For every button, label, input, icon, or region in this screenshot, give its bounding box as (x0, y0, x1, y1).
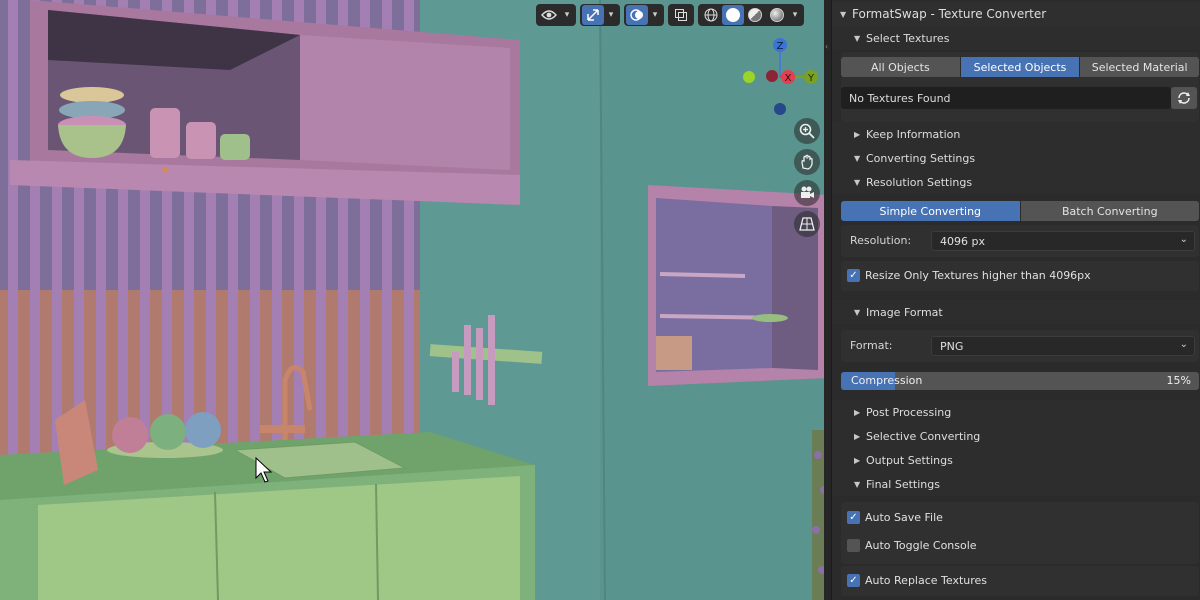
material-shading-icon[interactable] (744, 5, 766, 25)
xray-group (668, 4, 694, 26)
chevron-left-icon[interactable]: ‹ (825, 42, 828, 51)
refresh-button[interactable] (1171, 87, 1197, 109)
chevron-down-icon[interactable]: ▾ (560, 5, 574, 25)
zoom-icon[interactable] (794, 118, 820, 144)
resolution-settings-header[interactable]: ▼ Resolution Settings (832, 170, 1200, 194)
eye-icon[interactable] (538, 5, 560, 25)
checkmark-icon: ✓ (847, 574, 860, 587)
expanded-triangle-icon: ▼ (840, 9, 847, 19)
compression-value: 15% (1166, 374, 1191, 387)
resolution-label: Resolution: (850, 234, 912, 247)
converting-settings-header[interactable]: ▼ Converting Settings (832, 146, 1200, 170)
select-textures-header[interactable]: ▼ Select Textures (832, 26, 1200, 50)
tab-simple-converting[interactable]: Simple Converting (841, 201, 1021, 221)
camera-icon[interactable] (794, 180, 820, 206)
panel-header[interactable]: ▼ FormatSwap - Texture Converter (832, 2, 1200, 26)
hand-icon[interactable] (794, 149, 820, 175)
texture-scope-tabs: All Objects Selected Objects Selected Ma… (841, 57, 1199, 77)
overlay-icon[interactable] (626, 5, 648, 25)
visibility-group: ▾ (536, 4, 576, 26)
resolution-dropdown[interactable]: 4096 px ⌄ (931, 231, 1195, 251)
expanded-triangle-icon: ▼ (854, 153, 861, 163)
tab-all-objects[interactable]: All Objects (841, 57, 961, 77)
overlay-group: ▾ (624, 4, 664, 26)
formatswap-panel: ▼ FormatSwap - Texture Converter ▼ Selec… (831, 0, 1200, 600)
panel-splitter[interactable] (824, 0, 831, 600)
auto-save-checkbox[interactable]: ✓ Auto Save File (847, 511, 943, 524)
panel-title: FormatSwap - Texture Converter (852, 7, 1047, 21)
format-label: Format: (850, 339, 893, 352)
checkmark-icon: ✓ (847, 269, 860, 282)
rendered-shading-icon[interactable] (766, 5, 788, 25)
3d-viewport[interactable]: ▾ ▾ ▾ ▾ Z X Y (0, 0, 830, 600)
gizmo-neg-z-axis[interactable] (774, 103, 786, 115)
expanded-triangle-icon: ▼ (854, 307, 861, 317)
resolution-value: 4096 px (940, 234, 985, 248)
collapsed-triangle-icon: ▶ (854, 455, 861, 465)
gizmo-neg-y-axis[interactable] (743, 71, 755, 83)
grid-icon[interactable] (794, 211, 820, 237)
output-settings-header[interactable]: ▶ Output Settings (832, 448, 1200, 472)
expanded-triangle-icon: ▼ (854, 33, 861, 43)
section-label: Image Format (866, 305, 943, 319)
collapsed-triangle-icon: ▶ (854, 129, 861, 139)
auto-replace-checkbox[interactable]: ✓ Auto Replace Textures (847, 574, 987, 587)
chevron-down-icon[interactable]: ▾ (648, 5, 662, 25)
refresh-icon (1178, 92, 1190, 104)
checkbox-label: Auto Save File (865, 511, 943, 524)
checkmark-icon: ✓ (847, 511, 860, 524)
expanded-triangle-icon: ▼ (854, 177, 861, 187)
collapsed-triangle-icon: ▶ (854, 431, 861, 441)
checkbox-label: Resize Only Textures higher than 4096px (865, 269, 1091, 282)
section-label: Final Settings (866, 477, 940, 491)
shading-group: ▾ (698, 4, 804, 26)
chevron-down-icon: ⌄ (1179, 339, 1188, 350)
xray-icon[interactable] (670, 5, 692, 25)
wireframe-shading-icon[interactable] (700, 5, 722, 25)
image-format-header[interactable]: ▼ Image Format (832, 300, 1200, 324)
tab-selected-material[interactable]: Selected Material (1080, 57, 1199, 77)
auto-toggle-console-checkbox[interactable]: Auto Toggle Console (847, 539, 977, 552)
kitchen-scene (0, 0, 830, 600)
format-value: PNG (940, 339, 964, 353)
section-label: Post Processing (866, 405, 952, 419)
tab-batch-converting[interactable]: Batch Converting (1020, 201, 1199, 221)
gizmo-group: ▾ (580, 4, 620, 26)
keep-information-header[interactable]: ▶ Keep Information (832, 122, 1200, 146)
gizmo-z-label: Z (777, 41, 784, 52)
checkbox-label: Auto Replace Textures (865, 574, 988, 587)
section-label: Select Textures (866, 31, 950, 45)
chevron-down-icon[interactable]: ▾ (788, 5, 802, 25)
format-dropdown[interactable]: PNG ⌄ (931, 336, 1195, 356)
converting-mode-tabs: Simple Converting Batch Converting (841, 201, 1199, 221)
solid-shading-icon[interactable] (722, 5, 744, 25)
checkbox-label: Auto Toggle Console (865, 539, 977, 552)
gizmo-y-label: Y (807, 73, 815, 84)
compression-label: Compression (851, 374, 923, 387)
expanded-triangle-icon: ▼ (854, 479, 861, 489)
resize-only-checkbox[interactable]: ✓ Resize Only Textures higher than 4096p… (847, 269, 1091, 282)
selective-converting-header[interactable]: ▶ Selective Converting (832, 424, 1200, 448)
navigation-gizmo[interactable]: Z X Y (738, 34, 824, 116)
checkbox-empty-icon (847, 539, 860, 552)
viewport-header: ▾ ▾ ▾ ▾ (536, 4, 804, 26)
section-label: Converting Settings (866, 151, 976, 165)
section-label: Keep Information (866, 127, 961, 141)
chevron-down-icon: ⌄ (1179, 234, 1188, 245)
gizmo-x-label: X (785, 73, 792, 84)
post-processing-header[interactable]: ▶ Post Processing (832, 400, 1200, 424)
section-label: Resolution Settings (866, 175, 973, 189)
final-settings-header[interactable]: ▼ Final Settings (832, 472, 1200, 496)
gizmo-icon[interactable] (582, 5, 604, 25)
section-label: Selective Converting (866, 429, 981, 443)
section-label: Output Settings (866, 453, 953, 467)
gizmo-neg-x-axis[interactable] (766, 70, 778, 82)
chevron-down-icon[interactable]: ▾ (604, 5, 618, 25)
tab-selected-objects[interactable]: Selected Objects (960, 57, 1081, 77)
collapsed-triangle-icon: ▶ (854, 407, 861, 417)
texture-status-field: No Textures Found (841, 87, 1171, 109)
compression-slider[interactable]: Compression 15% (841, 372, 1199, 390)
